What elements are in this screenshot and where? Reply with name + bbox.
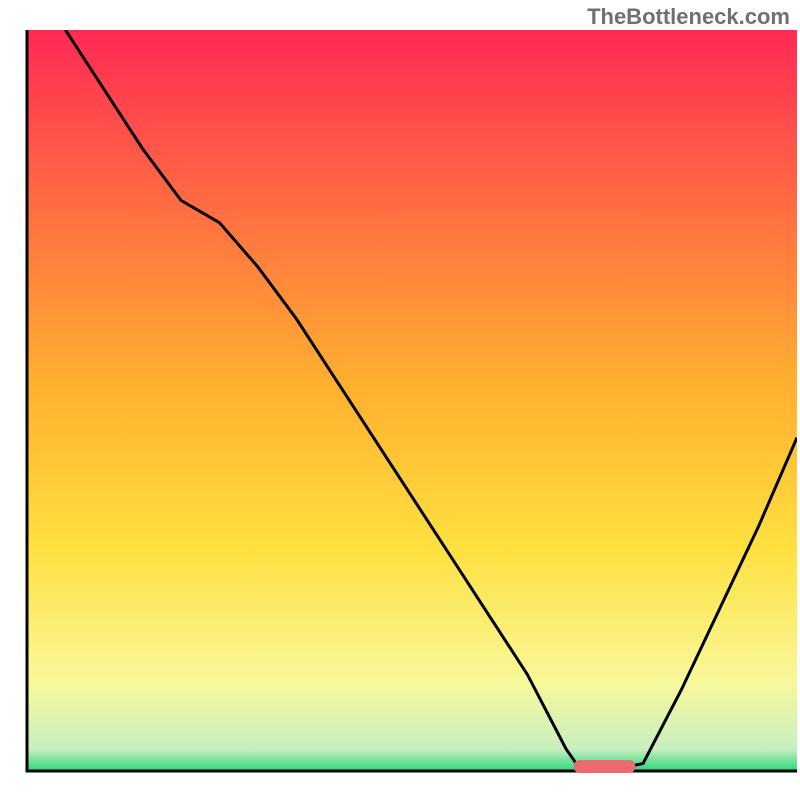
- bottleneck-chart: TheBottleneck.com: [0, 0, 800, 800]
- optimal-range-marker: [574, 760, 636, 773]
- watermark-text: TheBottleneck.com: [587, 4, 790, 30]
- plot-background: [27, 30, 797, 771]
- plot-svg: [0, 0, 800, 800]
